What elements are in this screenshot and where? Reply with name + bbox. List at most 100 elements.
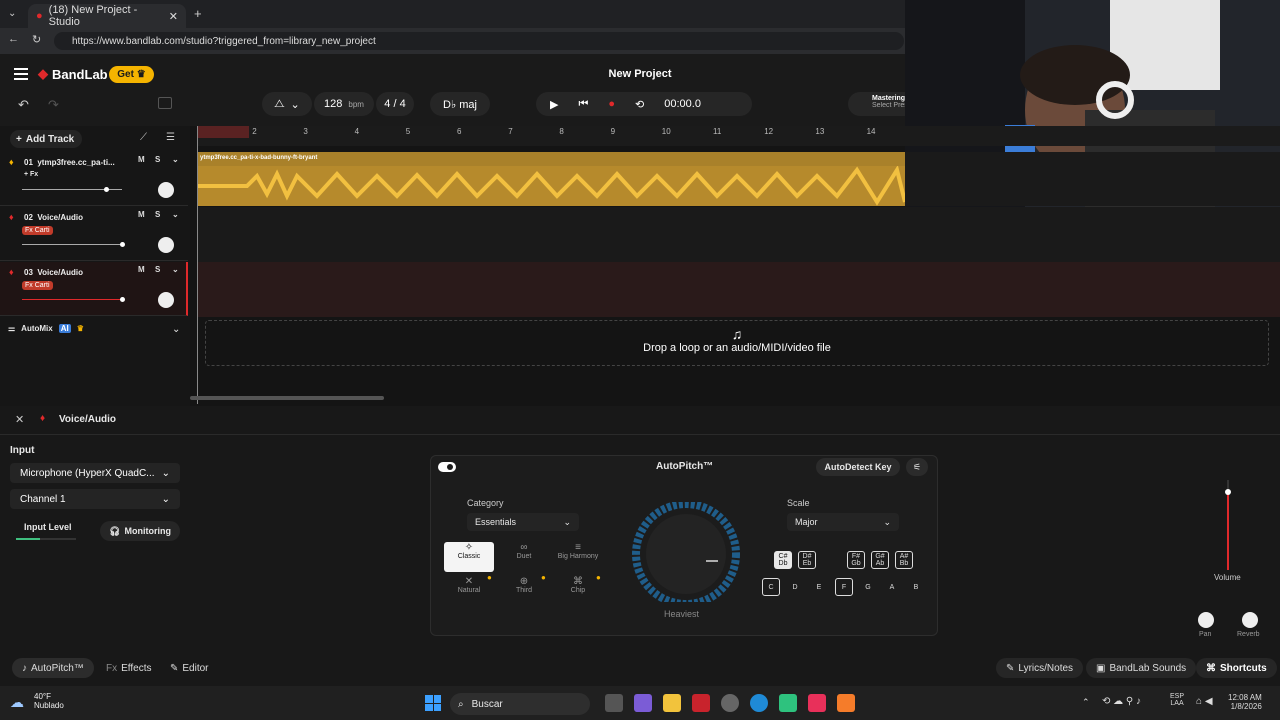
mute-button[interactable]: M bbox=[138, 265, 145, 274]
browser-tab[interactable]: ● (18) New Project - Studio ✕ bbox=[28, 4, 186, 28]
play-icon[interactable]: ▶ bbox=[550, 98, 558, 111]
time-signature-field[interactable]: 4 / 4 bbox=[376, 92, 414, 116]
track-row-selected[interactable]: ♦ 03 Voice/Audio Fx Carti M S ⌄ bbox=[0, 262, 188, 316]
close-panel-icon[interactable]: ✕ bbox=[15, 413, 24, 426]
tab-editor[interactable]: ✎ Editor bbox=[160, 658, 219, 678]
pan-knob[interactable] bbox=[1198, 612, 1214, 628]
volume-fader[interactable] bbox=[1225, 480, 1231, 570]
key-a[interactable]: A bbox=[883, 578, 901, 596]
chevron-down-icon[interactable]: ⌄ bbox=[172, 155, 179, 164]
mcafee-icon[interactable] bbox=[692, 694, 710, 712]
key-g[interactable]: G bbox=[859, 578, 877, 596]
tab-effects[interactable]: Fx Effects bbox=[96, 658, 162, 678]
volume-slider[interactable] bbox=[22, 297, 125, 302]
track-lane[interactable] bbox=[197, 262, 1280, 317]
loop-region[interactable] bbox=[197, 126, 249, 138]
monitoring-button[interactable]: 🎧︎ Monitoring bbox=[100, 521, 180, 541]
metronome-button[interactable]: ⧍ ⌄ bbox=[262, 92, 312, 116]
automix-row[interactable]: ⚌ AutoMix AI ♛ bbox=[8, 324, 84, 333]
volume-slider[interactable] bbox=[22, 187, 122, 192]
autodetect-key-button[interactable]: AutoDetect Key bbox=[816, 458, 900, 476]
loop-icon[interactable]: ⟲ bbox=[635, 98, 644, 111]
file-explorer-icon[interactable] bbox=[663, 694, 681, 712]
key-f-sharp[interactable]: F# Gb bbox=[847, 551, 865, 569]
volume-slider[interactable] bbox=[22, 242, 125, 247]
horizontal-scrollbar[interactable] bbox=[190, 396, 384, 400]
reload-icon[interactable]: ↻ bbox=[32, 33, 41, 46]
channel-select[interactable]: Channel 1 ⌄ bbox=[10, 489, 180, 509]
whatsapp-icon[interactable] bbox=[779, 694, 797, 712]
track-name[interactable]: Voice/Audio bbox=[37, 213, 83, 222]
drop-zone[interactable]: ♫ Drop a loop or an audio/MIDI/video fil… bbox=[205, 320, 1269, 366]
track-lane[interactable] bbox=[197, 207, 1280, 262]
chevron-down-icon[interactable]: ⌄ bbox=[172, 324, 180, 335]
chevron-up-icon[interactable]: ⌃ bbox=[1082, 697, 1090, 708]
amount-dial[interactable] bbox=[628, 502, 746, 602]
skip-back-icon[interactable]: ⏮ bbox=[578, 98, 588, 111]
playhead[interactable] bbox=[197, 126, 198, 404]
tab-close-icon[interactable]: ✕ bbox=[169, 10, 178, 23]
task-view-icon[interactable] bbox=[605, 694, 623, 712]
tiktok-icon[interactable] bbox=[808, 694, 826, 712]
bandlab-logo[interactable]: ◆ BandLab bbox=[38, 66, 108, 82]
weather-widget[interactable]: 40°F Nublado bbox=[34, 692, 64, 710]
project-title[interactable]: New Project bbox=[580, 68, 700, 80]
key-g-sharp[interactable]: G# Ab bbox=[871, 551, 889, 569]
solo-button[interactable]: S bbox=[155, 210, 160, 219]
panel-toggle-icon[interactable] bbox=[158, 97, 172, 109]
steam-icon[interactable] bbox=[721, 694, 739, 712]
add-track-button[interactable]: + Add Track bbox=[10, 130, 82, 148]
network-volume-icons[interactable]: ⌂ ◀ bbox=[1196, 696, 1213, 707]
solo-button[interactable]: S bbox=[155, 155, 160, 164]
mode-big-harmony[interactable]: ≡ Big Harmony bbox=[553, 542, 603, 572]
fx-badge[interactable]: Fx Carti bbox=[22, 226, 53, 235]
lyrics-notes-button[interactable]: ✎ Lyrics/Notes bbox=[996, 658, 1084, 678]
key-c[interactable]: C bbox=[762, 578, 780, 596]
mute-button[interactable]: M bbox=[138, 155, 145, 164]
settings-sliders-icon[interactable]: ⚟ bbox=[906, 458, 928, 476]
media-app-icon[interactable] bbox=[837, 694, 855, 712]
track-lane[interactable] bbox=[905, 152, 1280, 206]
hamburger-menu-icon[interactable] bbox=[14, 68, 28, 80]
mastering-button[interactable]: Mastering Select Preset bbox=[848, 92, 905, 116]
mode-duet[interactable]: ∞ Duet bbox=[499, 542, 549, 572]
edge-icon[interactable] bbox=[750, 694, 768, 712]
audio-clip[interactable]: ytmp3free.cc_pa-ti-x-bad-bunny-ft-bryant bbox=[197, 152, 905, 206]
timeline-ruler[interactable]: 1234567891011121314 bbox=[197, 126, 1280, 146]
key-a-sharp[interactable]: A# Bb bbox=[895, 551, 913, 569]
key-d-sharp[interactable]: D# Eb bbox=[798, 551, 816, 569]
track-name[interactable]: Voice/Audio bbox=[37, 268, 83, 277]
solo-button[interactable]: S bbox=[155, 265, 160, 274]
tab-autopitch[interactable]: ♪ AutoPitch™ bbox=[12, 658, 94, 678]
key-c-sharp[interactable]: C# Db bbox=[774, 551, 792, 569]
tool-icon[interactable]: ⟋ bbox=[140, 132, 147, 143]
shortcuts-button[interactable]: ⌘ Shortcuts bbox=[1196, 658, 1277, 678]
language-indicator[interactable]: ESP LAA bbox=[1170, 693, 1184, 707]
fx-button[interactable]: + Fx bbox=[24, 171, 38, 178]
bandlab-sounds-button[interactable]: ▣ BandLab Sounds bbox=[1086, 658, 1197, 678]
clock[interactable]: 12:08 AM 1/8/2026 bbox=[1228, 693, 1262, 711]
url-field[interactable]: https://www.bandlab.com/studio?triggered… bbox=[54, 32, 904, 50]
copilot-icon[interactable] bbox=[634, 694, 652, 712]
back-icon[interactable]: ← bbox=[8, 33, 19, 45]
track-name[interactable]: ytmp3free.cc_pa-ti... bbox=[37, 158, 114, 167]
tab-list-icon[interactable]: ⌄ bbox=[8, 8, 16, 19]
key-e[interactable]: E bbox=[810, 578, 828, 596]
pan-knob[interactable] bbox=[158, 292, 174, 308]
pan-knob[interactable] bbox=[158, 237, 174, 253]
key-d[interactable]: D bbox=[786, 578, 804, 596]
tempo-field[interactable]: 128 bpm bbox=[314, 92, 374, 116]
chevron-down-icon[interactable]: ⌄ bbox=[172, 265, 179, 274]
taskbar-search[interactable]: ⌕ Buscar bbox=[450, 693, 590, 715]
mode-classic[interactable]: ✧ Classic bbox=[444, 542, 494, 572]
new-tab-icon[interactable]: + bbox=[194, 6, 202, 21]
pan-knob[interactable] bbox=[158, 182, 174, 198]
record-icon[interactable]: ● bbox=[608, 98, 615, 110]
key-field[interactable]: D♭ maj bbox=[430, 92, 490, 116]
microphone-select[interactable]: Microphone (HyperX QuadC... ⌄ bbox=[10, 463, 180, 483]
track-row[interactable]: ♦ 01 ytmp3free.cc_pa-ti... + Fx M S ⌄ bbox=[0, 152, 188, 206]
get-membership-button[interactable]: Get ♛ bbox=[109, 66, 154, 83]
autopitch-toggle[interactable] bbox=[438, 462, 456, 472]
key-f[interactable]: F bbox=[835, 578, 853, 596]
scale-select[interactable]: Major ⌄ bbox=[787, 513, 899, 531]
